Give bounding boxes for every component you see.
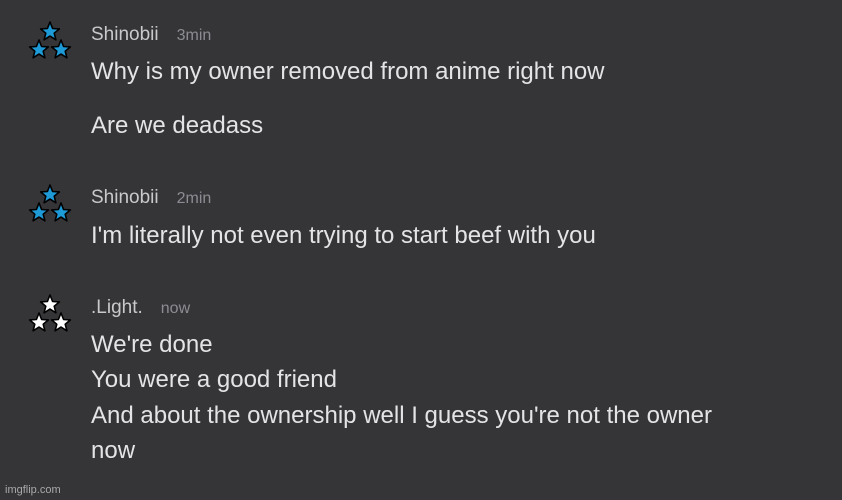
message-text: now <box>91 437 136 464</box>
chat-window: Shinobii 3min Why is my owner removed fro… <box>0 0 842 500</box>
message-group: .Light. now We're done You were a good fr… <box>0 0 842 480</box>
message-text: And about the ownership well I guess you… <box>91 402 712 429</box>
watermark: imgflip.com <box>5 484 61 496</box>
message-text: We're done <box>91 331 213 358</box>
message-text: You were a good friend <box>91 366 337 393</box>
username[interactable]: .Light. <box>91 297 143 319</box>
white-stars-icon[interactable] <box>26 293 74 337</box>
message-header: .Light. now <box>91 297 190 321</box>
timestamp: now <box>160 300 191 317</box>
